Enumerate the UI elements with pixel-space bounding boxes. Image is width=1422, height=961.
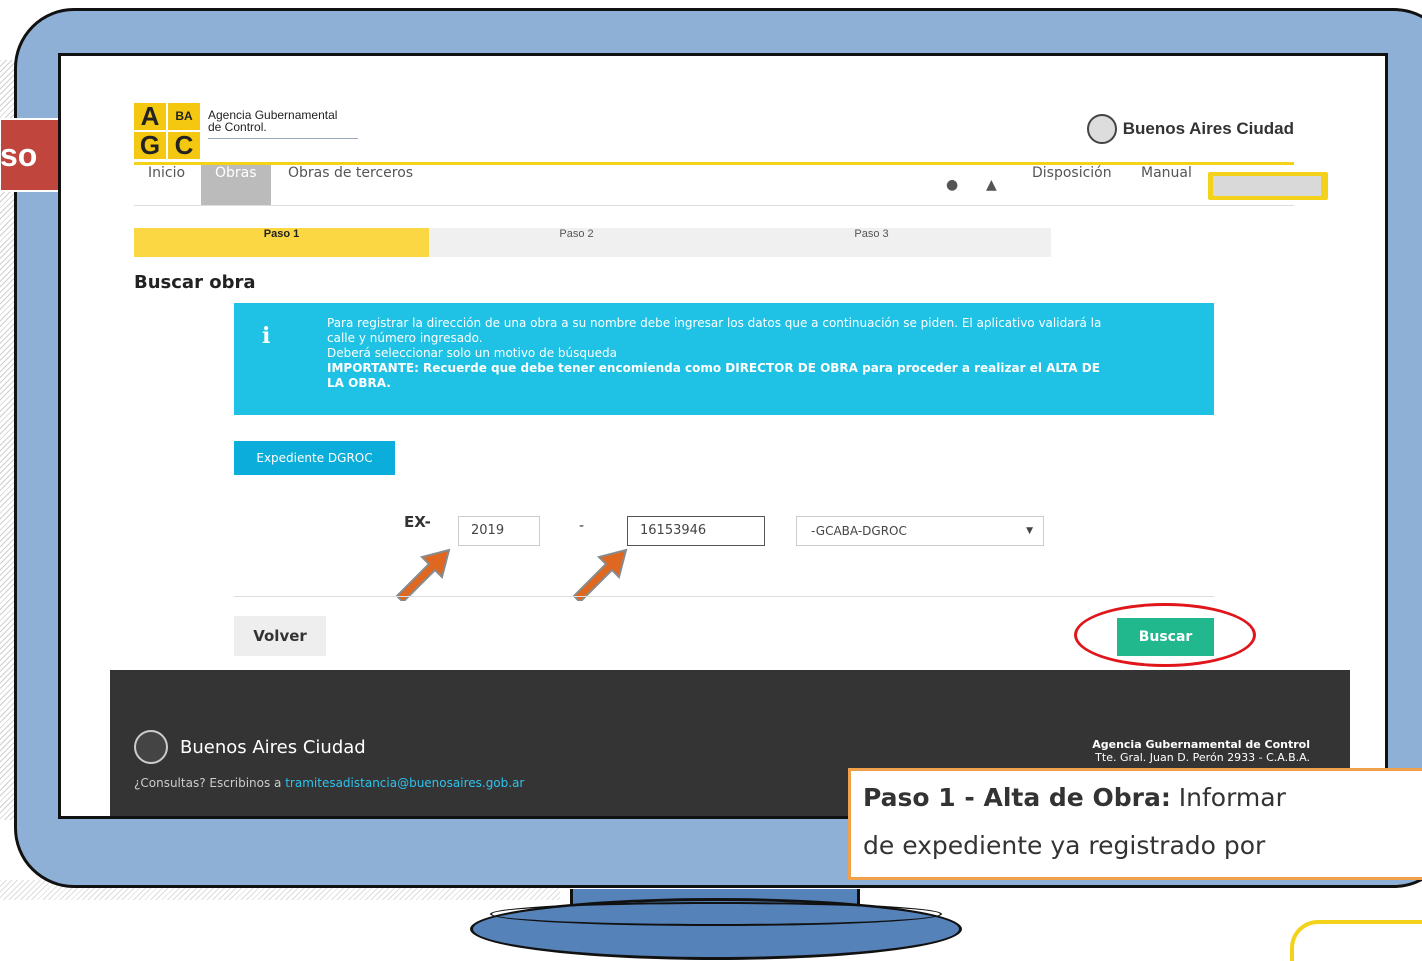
nav-item-disposicion[interactable]: Disposición: [1032, 165, 1112, 205]
dash-separator: -: [579, 518, 585, 534]
info-line-1: Para registrar la dirección de una obra …: [327, 316, 1102, 345]
agc-logo-text: Agencia Gubernamental de Control.: [208, 109, 337, 133]
callout-line-1: Paso 1 - Alta de Obra: Informar: [863, 783, 1286, 812]
info-icon: i: [262, 323, 271, 349]
footer-contact: ¿Consultas? Escribinos a tramitesadistan…: [134, 776, 524, 790]
orange-arrow-icon-2: [572, 548, 628, 601]
callout-rest-1: Informar: [1170, 783, 1286, 812]
logo-letter-c: C: [168, 132, 200, 159]
callout-bold-1: Paso 1 -: [863, 783, 984, 812]
buenos-aires-brand[interactable]: Buenos Aires Ciudad: [1086, 114, 1294, 144]
expediente-number-input[interactable]: 16153946: [627, 516, 765, 546]
caption-callout: Paso 1 - Alta de Obra: Informar de exped…: [848, 768, 1422, 880]
agc-logo-grid: A BA G C: [134, 103, 200, 159]
logo-underline: [208, 138, 358, 139]
year-input[interactable]: 2019: [458, 516, 540, 546]
brand-name: Buenos Aires Ciudad: [1122, 119, 1294, 138]
user-menu-redacted[interactable]: [1208, 172, 1328, 200]
logo-letter-g: G: [134, 132, 166, 159]
footer-contact-prefix: ¿Consultas? Escribinos a: [134, 776, 286, 790]
user-icon[interactable]: ▲: [986, 177, 1002, 193]
step-2: Paso 2: [559, 228, 594, 240]
corner-decoration: [1290, 920, 1422, 961]
globe-icon[interactable]: ●: [946, 177, 962, 193]
info-alert: i Para registrar la dirección de una obr…: [234, 303, 1214, 415]
step-3: Paso 3: [854, 228, 889, 240]
footer-brand-name: Buenos Aires Ciudad: [180, 736, 366, 758]
ex-prefix-label: EX-: [404, 513, 431, 531]
nav-item-manual[interactable]: Manual: [1141, 165, 1192, 205]
info-text: Para registrar la dirección de una obra …: [327, 316, 1107, 391]
expediente-dgroc-button[interactable]: Expediente DGROC: [234, 441, 395, 475]
info-important: IMPORTANTE: Recuerde que debe tener enco…: [327, 361, 1100, 390]
footer-email-link[interactable]: tramitesadistancia@buenosaires.gob.ar: [285, 776, 524, 790]
monitor-base-rim: [490, 902, 942, 926]
wizard-steps: Paso 1 Paso 2 Paso 3: [134, 228, 1051, 257]
main-nav: Inicio Obras Obras de terceros ● ▲ Dispo…: [134, 165, 1328, 206]
volver-button[interactable]: Volver: [234, 616, 326, 656]
nav-item-obras-de-terceros[interactable]: Obras de terceros: [288, 165, 413, 205]
logo-line-2: de Control.: [208, 120, 267, 134]
orange-arrow-icon-1: [395, 548, 451, 601]
footer-address: Tte. Gral. Juan D. Perón 2933 - C.A.B.A.: [1095, 751, 1310, 764]
agc-logo[interactable]: A BA G C Agencia Gubernamental de Contro…: [134, 100, 374, 159]
suffix-select[interactable]: -GCABA-DGROC ▼: [796, 516, 1044, 546]
footer-brand[interactable]: Buenos Aires Ciudad: [134, 730, 366, 764]
callout-bold-2: Alta de Obra:: [983, 783, 1171, 812]
page-title: Buscar obra: [134, 272, 256, 293]
step-1: Paso 1: [134, 228, 429, 257]
nav-item-obras[interactable]: Obras: [201, 165, 271, 205]
highlight-ellipse: [1074, 603, 1256, 667]
footer-agency: Agencia Gubernamental de Control Tte. Gr…: [1092, 738, 1310, 764]
side-tab-text: so: [0, 137, 38, 173]
callout-line-2: de expediente ya registrado por: [863, 831, 1266, 860]
form-divider: [234, 596, 1214, 597]
footer-agency-name: Agencia Gubernamental de Control: [1092, 738, 1310, 751]
web-page: A BA G C Agencia Gubernamental de Contro…: [110, 56, 1350, 816]
monitor-screen: A BA G C Agencia Gubernamental de Contro…: [58, 53, 1388, 819]
nav-item-inicio[interactable]: Inicio: [148, 165, 185, 205]
info-line-2: Deberá seleccionar solo un motivo de bús…: [327, 346, 617, 360]
logo-letter-ba: BA: [168, 103, 200, 130]
city-seal-icon: [1086, 114, 1117, 144]
logo-letter-a: A: [134, 103, 166, 130]
footer-seal-icon: [134, 730, 168, 764]
suffix-select-value: -GCABA-DGROC: [811, 524, 907, 538]
chevron-down-icon: ▼: [1026, 526, 1033, 536]
